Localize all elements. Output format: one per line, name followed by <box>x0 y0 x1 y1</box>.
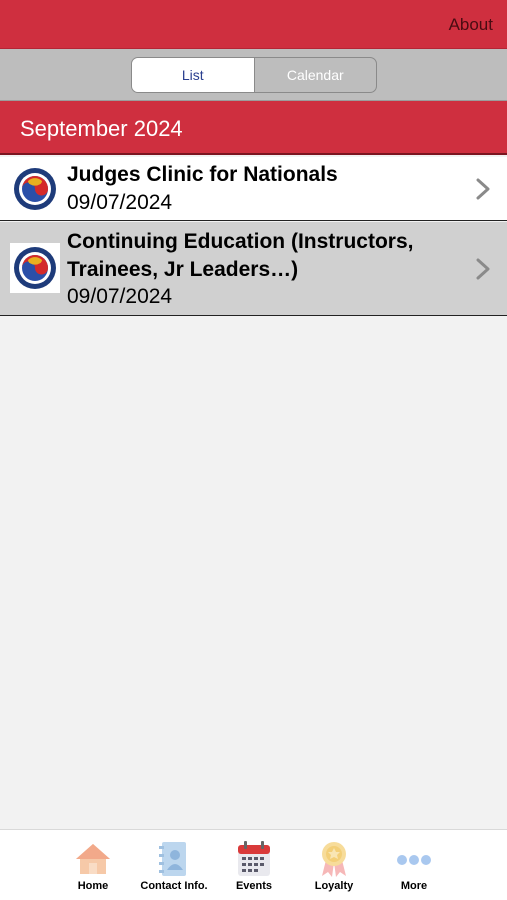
tab-label: More <box>400 880 428 892</box>
more-dots-icon <box>394 840 434 878</box>
event-logo-icon <box>10 164 60 214</box>
segment-list[interactable]: List <box>132 58 255 92</box>
ribbon-badge-icon <box>314 840 354 878</box>
tab-events[interactable]: Events <box>214 840 294 898</box>
segment-calendar[interactable]: Calendar <box>255 58 377 92</box>
tab-more[interactable]: More <box>374 840 454 898</box>
tab-label: Loyalty <box>314 880 354 892</box>
tab-label: Contact Info. <box>140 880 208 892</box>
event-row[interactable]: Continuing Education (Instructors, Train… <box>0 222 507 316</box>
contact-book-icon <box>154 840 194 878</box>
month-section-header: September 2024 <box>0 101 507 155</box>
event-date: 09/07/2024 <box>67 285 173 308</box>
tab-label: Events <box>235 880 273 892</box>
event-row[interactable]: Judges Clinic for Nationals 09/07/2024 <box>0 157 507 221</box>
top-bar: About <box>0 0 507 49</box>
view-segmented-control: List Calendar <box>131 57 377 93</box>
event-logo-icon <box>10 243 60 293</box>
tab-loyalty[interactable]: Loyalty <box>294 840 374 898</box>
tab-contact-info[interactable]: Contact Info. <box>134 840 214 898</box>
event-title: Continuing Education (Instructors, Train… <box>67 230 414 281</box>
segment-bar: List Calendar <box>0 49 507 101</box>
bottom-tab-bar: Home Contact Info. Events Loyalty More <box>0 829 507 900</box>
calendar-icon <box>234 840 274 878</box>
tab-home[interactable]: Home <box>53 840 133 898</box>
about-link[interactable]: About <box>449 15 493 35</box>
event-title: Judges Clinic for Nationals <box>67 163 338 186</box>
event-date: 09/07/2024 <box>67 191 173 214</box>
home-icon <box>73 840 113 878</box>
month-title: September 2024 <box>20 116 183 141</box>
tab-label: Home <box>77 880 109 892</box>
chevron-right-icon <box>476 258 490 280</box>
chevron-right-icon <box>476 178 490 200</box>
